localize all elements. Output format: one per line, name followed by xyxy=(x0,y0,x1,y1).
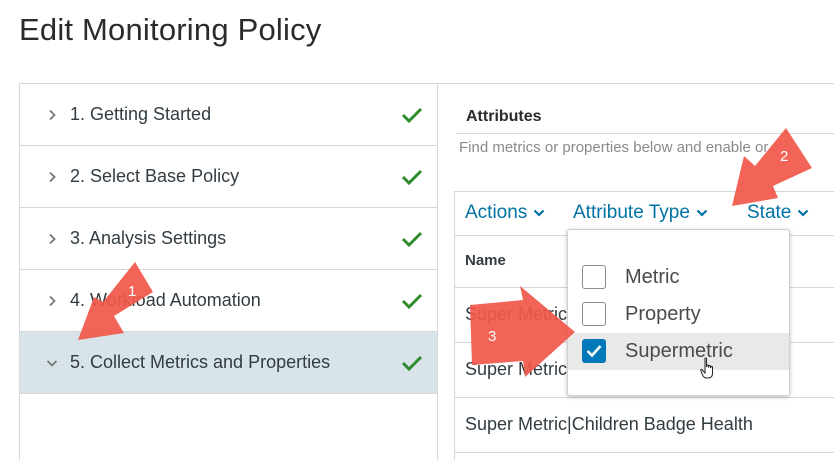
option-label: Supermetric xyxy=(625,340,733,362)
actions-label: Actions xyxy=(465,202,528,223)
table-cell-name: Super Metric xyxy=(465,304,568,324)
step-collect-metrics-and-properties[interactable]: 5. Collect Metrics and Properties xyxy=(20,332,437,394)
annotation-number: 2 xyxy=(780,148,789,165)
chevron-right-icon xyxy=(49,233,56,244)
step-select-base-policy[interactable]: 2. Select Base Policy xyxy=(20,146,437,208)
chevron-right-icon xyxy=(49,171,56,182)
step-analysis-settings[interactable]: 3. Analysis Settings xyxy=(20,208,437,270)
annotation-number: 3 xyxy=(488,328,497,345)
caret-down-icon xyxy=(534,209,545,217)
hand-pointer-cursor-icon xyxy=(700,357,713,379)
chevron-right-icon xyxy=(49,109,56,120)
option-label: Metric xyxy=(625,266,680,288)
step-label: 5. Collect Metrics and Properties xyxy=(70,352,331,372)
step-label: 1. Getting Started xyxy=(70,104,212,124)
attribute-type-menu: Metric Property Supermetric xyxy=(567,229,790,396)
attribute-type-dropdown[interactable]: Attribute Type xyxy=(573,202,708,224)
checkmark-icon xyxy=(401,293,423,309)
checkbox-metric[interactable] xyxy=(582,265,606,289)
step-label: 4. Workload Automation xyxy=(70,290,261,310)
wizard-steps: 1. Getting Started 2. Select Base Policy… xyxy=(19,83,438,460)
menu-option-metric[interactable]: Metric xyxy=(568,259,789,296)
annotation-number: 1 xyxy=(128,283,137,300)
checkmark-icon xyxy=(401,107,423,123)
caret-down-icon xyxy=(696,209,708,217)
caret-down-icon xyxy=(798,209,809,217)
table-cell-name: Super Metric xyxy=(465,359,568,379)
attribute-type-label: Attribute Type xyxy=(573,202,690,223)
divider xyxy=(456,133,834,134)
table-cell-name: Super Metric|Children Badge Health xyxy=(465,414,753,434)
checkmark-icon xyxy=(401,355,423,371)
attributes-title: Attributes xyxy=(466,108,542,125)
checkbox-property[interactable] xyxy=(582,302,606,326)
step-workload-automation[interactable]: 4. Workload Automation xyxy=(20,270,437,332)
step-getting-started[interactable]: 1. Getting Started xyxy=(20,84,437,146)
option-label: Property xyxy=(625,303,701,325)
page-title: Edit Monitoring Policy xyxy=(19,12,322,47)
state-label: State xyxy=(747,202,792,223)
chevron-down-icon xyxy=(46,359,58,367)
checkmark-icon xyxy=(401,231,423,247)
attributes-help-text: Find metrics or properties below and ena… xyxy=(459,139,769,156)
table-row[interactable]: Super Metric|Children Badge Health xyxy=(455,398,834,453)
menu-option-supermetric[interactable]: Supermetric xyxy=(568,333,789,379)
step-label: 2. Select Base Policy xyxy=(70,166,240,186)
menu-option-property[interactable]: Property xyxy=(568,296,789,333)
actions-dropdown[interactable]: Actions xyxy=(465,202,545,224)
step-label: 3. Analysis Settings xyxy=(70,228,227,248)
checkmark-icon xyxy=(586,345,602,358)
chevron-right-icon xyxy=(49,295,56,306)
checkbox-supermetric[interactable] xyxy=(582,339,606,363)
column-header-label: Name xyxy=(465,252,506,269)
checkmark-icon xyxy=(401,169,423,185)
state-dropdown[interactable]: State xyxy=(747,202,809,224)
